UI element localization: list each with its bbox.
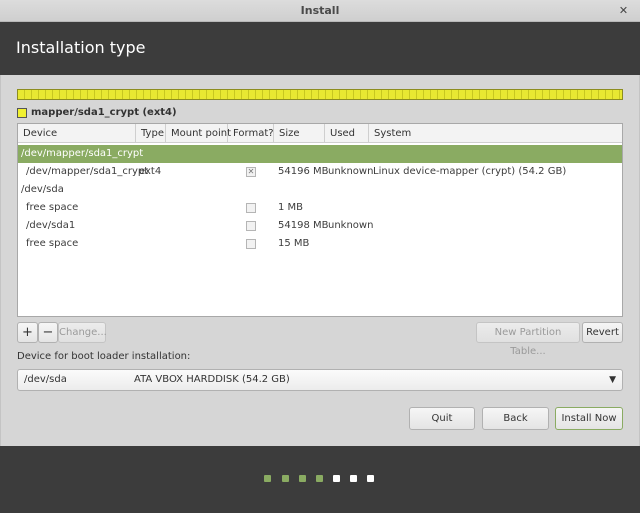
cell-used: unknown xyxy=(328,166,374,177)
column-type[interactable]: Type xyxy=(136,124,166,143)
table-row[interactable]: free space 15 MB xyxy=(18,235,622,253)
page-header: Installation type xyxy=(0,22,640,75)
page-title: Installation type xyxy=(16,38,146,57)
cell-system: Linux device-mapper (crypt) (54.2 GB) xyxy=(373,166,567,177)
format-checkbox[interactable] xyxy=(246,221,256,231)
cell-device: /dev/sda1 xyxy=(26,220,76,231)
progress-footer xyxy=(0,446,640,513)
change-partition-button[interactable]: Change... xyxy=(58,322,107,343)
new-partition-table-button[interactable]: New Partition Table... xyxy=(476,322,580,357)
remove-partition-button[interactable]: − xyxy=(38,322,58,343)
progress-step-dot xyxy=(333,475,340,482)
progress-step-dot xyxy=(264,475,271,482)
table-row[interactable]: /dev/mapper/sda1_crypt ext4 ✕ 54196 MB u… xyxy=(18,163,622,181)
table-row[interactable]: /dev/sda xyxy=(18,181,622,199)
cell-device: /dev/mapper/sda1_crypt xyxy=(21,148,144,159)
legend-swatch-icon xyxy=(17,108,27,118)
column-mount-point[interactable]: Mount point xyxy=(166,124,231,143)
cell-device: /dev/mapper/sda1_crypt xyxy=(26,166,149,177)
cell-type: ext4 xyxy=(139,166,162,177)
cell-used: unknown xyxy=(328,220,374,231)
revert-button[interactable]: Revert xyxy=(582,322,623,343)
bootloader-device-description: ATA VBOX HARDDISK (54.2 GB) xyxy=(134,374,290,385)
progress-step-dot xyxy=(282,475,289,482)
install-now-button[interactable]: Install Now xyxy=(555,407,623,430)
main-content: mapper/sda1_crypt (ext4) Device Type Mou… xyxy=(0,75,640,446)
progress-step-dot xyxy=(350,475,357,482)
progress-step-dot xyxy=(367,475,374,482)
column-system[interactable]: System xyxy=(369,124,622,143)
add-partition-button[interactable]: + xyxy=(17,322,38,343)
close-icon[interactable]: ✕ xyxy=(617,4,630,17)
cell-device: /dev/sda xyxy=(21,184,64,195)
column-device[interactable]: Device xyxy=(18,124,136,143)
format-checkbox[interactable]: ✕ xyxy=(246,167,256,177)
cell-size: 15 MB xyxy=(278,238,310,249)
table-row[interactable]: free space 1 MB xyxy=(18,199,622,217)
chevron-down-icon: ▼ xyxy=(609,375,616,385)
back-button[interactable]: Back xyxy=(482,407,549,430)
bootloader-label: Device for boot loader installation: xyxy=(17,351,191,362)
partition-bar xyxy=(17,89,623,100)
format-checkbox[interactable] xyxy=(246,203,256,213)
bootloader-device-select[interactable]: /dev/sda ATA VBOX HARDDISK (54.2 GB) ▼ xyxy=(17,369,623,391)
cell-device: free space xyxy=(26,238,79,249)
cell-size: 1 MB xyxy=(278,202,304,213)
cell-size: 54196 MB xyxy=(278,166,329,177)
legend-label: mapper/sda1_crypt (ext4) xyxy=(31,107,177,118)
bootloader-device: /dev/sda xyxy=(24,374,67,385)
cell-device: free space xyxy=(26,202,79,213)
window-title: Install xyxy=(300,4,340,17)
table-row[interactable]: /dev/sda1 54198 MB unknown xyxy=(18,217,622,235)
progress-step-dot xyxy=(316,475,323,482)
column-format[interactable]: Format? xyxy=(228,124,274,143)
partition-table[interactable]: Device Type Mount point Format? Size Use… xyxy=(17,123,623,317)
window-titlebar: Install ✕ xyxy=(0,0,640,22)
progress-step-dot xyxy=(299,475,306,482)
cell-size: 54198 MB xyxy=(278,220,329,231)
column-used[interactable]: Used xyxy=(325,124,369,143)
table-header: Device Type Mount point Format? Size Use… xyxy=(18,124,622,143)
column-size[interactable]: Size xyxy=(274,124,325,143)
quit-button[interactable]: Quit xyxy=(409,407,475,430)
format-checkbox[interactable] xyxy=(246,239,256,249)
table-row[interactable]: /dev/mapper/sda1_crypt xyxy=(18,145,622,163)
